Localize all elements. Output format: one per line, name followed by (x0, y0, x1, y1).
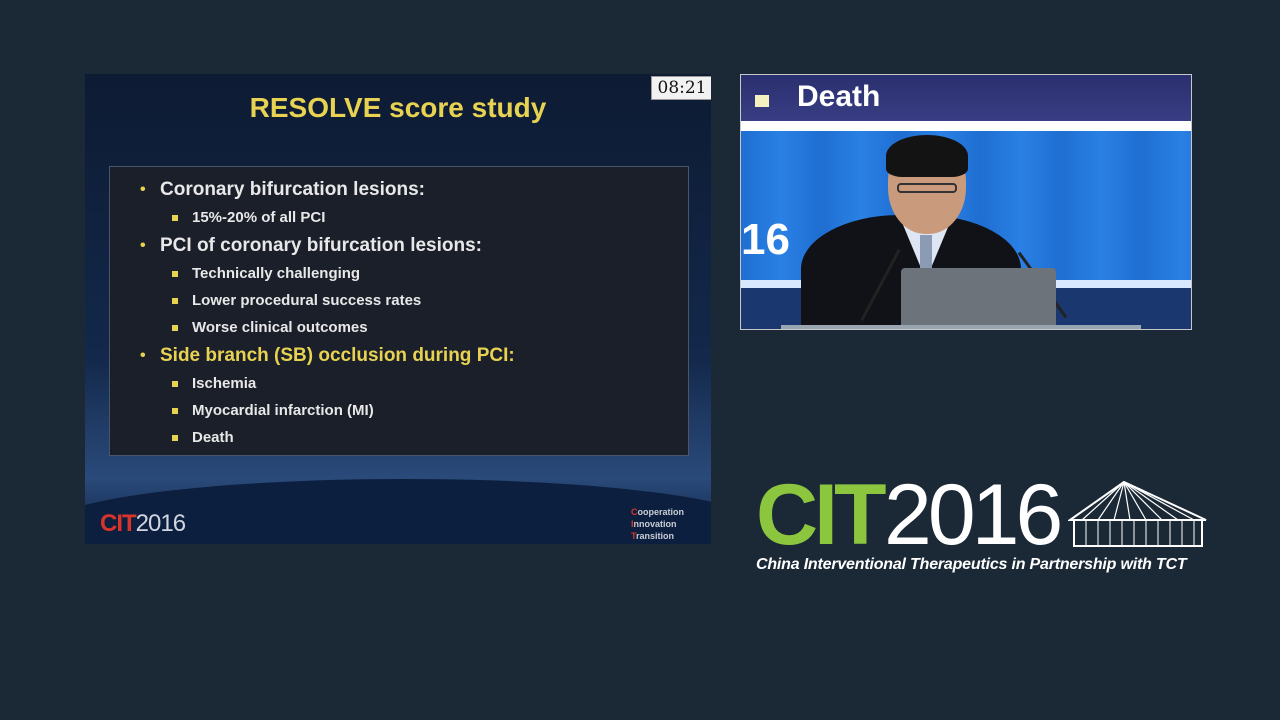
bullet-level2: 15%-20% of all PCI (110, 204, 688, 231)
bullet-text: Side branch (SB) occlusion during PCI: (160, 345, 515, 366)
slide-tagline: Cooperation Innovation Transition (631, 506, 684, 542)
laptop-icon (901, 268, 1056, 329)
bullet-square-icon (172, 408, 178, 414)
tagline-word: nnovation (633, 519, 677, 529)
speaker-hair (886, 135, 968, 177)
bullet-text: Coronary bifurcation lesions: (160, 179, 425, 200)
video-backdrop-text: 16 (741, 215, 790, 264)
bullet-text: Technically challenging (192, 265, 361, 282)
presentation-slide: RESOLVE score study 08:21 • Coronary bif… (85, 74, 711, 544)
event-logo-prefix: CIT (756, 467, 887, 563)
bullet-dot-icon: • (140, 347, 146, 364)
tagline-line: Cooperation (631, 506, 684, 518)
slide-content-box: • Coronary bifurcation lesions: 15%-20% … (109, 166, 689, 456)
bullet-dot-icon: • (140, 181, 146, 198)
speaker-video-feed: Death 16 (740, 74, 1192, 330)
slide-logo-year: 2016 (135, 510, 186, 537)
video-bullet-square-icon (755, 95, 769, 107)
video-screen-label: Death (797, 80, 881, 113)
bullet-list: • Coronary bifurcation lesions: 15%-20% … (110, 167, 688, 451)
speaker-glasses (897, 183, 957, 193)
tagline-word: ooperation (637, 507, 685, 517)
bullet-level2: Myocardial infarction (MI) (110, 397, 688, 424)
event-logo-year: 2016 (884, 467, 1063, 563)
slide-title: RESOLVE score study (249, 92, 547, 123)
bullet-text: Ischemia (192, 375, 257, 392)
bullet-level2: Death (110, 424, 688, 451)
building-icon (1068, 480, 1207, 547)
bullet-level1: • PCI of coronary bifurcation lesions: (110, 231, 688, 260)
bullet-level2: Technically challenging (110, 260, 688, 287)
bullet-level2: Worse clinical outcomes (110, 314, 688, 341)
tagline-word: ransition (636, 531, 675, 541)
event-logo: CIT 2016 (752, 472, 1212, 562)
bullet-square-icon (172, 298, 178, 304)
bullet-square-icon (172, 215, 178, 221)
slide-timer: 08:21 (651, 76, 711, 100)
bullet-level2: Ischemia (110, 370, 688, 397)
bullet-level1-highlight: • Side branch (SB) occlusion during PCI: (110, 341, 688, 370)
bullet-square-icon (172, 325, 178, 331)
bullet-square-icon (172, 271, 178, 277)
bullet-text: 15%-20% of all PCI (192, 209, 326, 226)
slide-logo-prefix: CIT (100, 510, 137, 537)
tagline-line: Transition (631, 530, 684, 542)
bullet-square-icon (172, 435, 178, 441)
bullet-text: PCI of coronary bifurcation lesions: (160, 235, 482, 256)
bullet-text: Lower procedural success rates (192, 292, 422, 309)
bullet-text: Death (192, 429, 234, 446)
bullet-square-icon (172, 381, 178, 387)
bullet-level1: • Coronary bifurcation lesions: (110, 175, 688, 204)
tagline-line: Innovation (631, 518, 684, 530)
bullet-text: Worse clinical outcomes (192, 319, 368, 336)
podium (781, 325, 1141, 329)
slide-footer-logo: CIT2016 (100, 510, 186, 538)
bullet-level2: Lower procedural success rates (110, 287, 688, 314)
bullet-text: Myocardial infarction (MI) (192, 402, 374, 419)
video-band (741, 121, 1191, 131)
bullet-dot-icon: • (140, 237, 146, 254)
event-subtitle: China Interventional Therapeutics in Par… (756, 556, 1187, 573)
